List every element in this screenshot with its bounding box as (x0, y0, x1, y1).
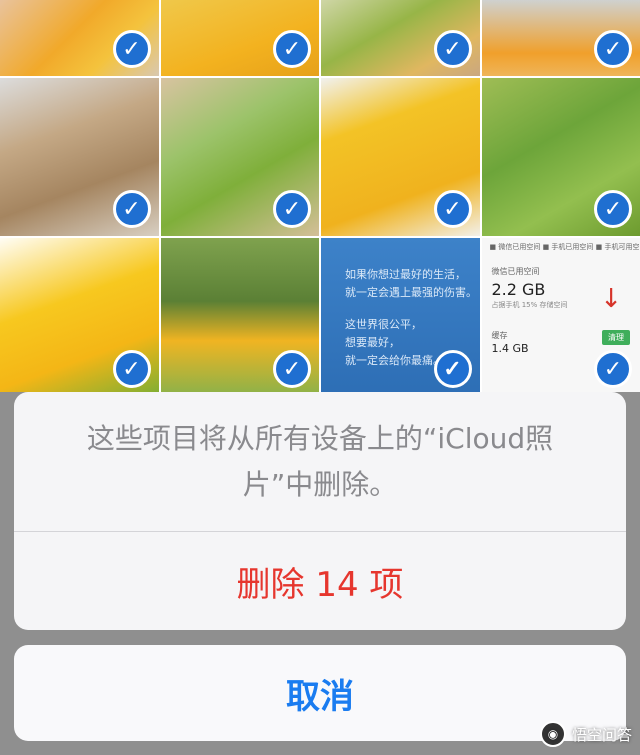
checkmark-icon: ✓ (112, 30, 151, 68)
checkmark-icon: ✓ (433, 350, 472, 388)
photo-thumb[interactable]: ✓ (481, 0, 640, 76)
checkmark-icon: ✓ (112, 350, 151, 388)
checkmark-icon: ✓ (273, 190, 311, 228)
action-sheet-message: 这些项目将从所有设备上的“iCloud照片”中删除。 (14, 392, 626, 532)
photo-thumb[interactable]: ✓ (0, 78, 159, 236)
cache-label: 缓存 (491, 331, 508, 340)
checkmark-icon: ✓ (273, 350, 311, 388)
wukong-logo-icon: ◉ (539, 721, 566, 747)
watermark-text: 悟空问答 (571, 725, 632, 744)
photo-grid: ✓ ✓ ✓ ✓ ✓ ✓ ✓ ✓ ✓ ✓ 如果你想过最好的生活， 就一定会遇上最强… (0, 0, 640, 396)
watermark: ◉ 悟空问答 (539, 721, 632, 747)
storage-used-sub: 占据手机 15% 存储空间 (491, 301, 568, 309)
checkmark-icon: ✓ (273, 30, 311, 68)
checkmark-icon: ✓ (433, 30, 472, 68)
cache-value: 1.4 GB (491, 342, 529, 355)
photo-thumb[interactable]: ✓ (321, 0, 480, 76)
photo-thumb[interactable]: ✓ (160, 0, 319, 76)
checkmark-icon: ✓ (594, 350, 632, 388)
cancel-button[interactable]: 取消 (14, 645, 626, 741)
checkmark-icon: ✓ (594, 30, 632, 68)
photo-thumb[interactable]: ✓ (481, 78, 640, 236)
checkmark-icon: ✓ (433, 190, 472, 228)
photo-thumb[interactable]: ✓ (0, 0, 159, 76)
photo-thumb[interactable]: ✓ (160, 238, 319, 396)
action-sheet: 这些项目将从所有设备上的“iCloud照片”中删除。 删除 14 项 (14, 392, 626, 630)
photo-thumb-storage[interactable]: ■ 微信已用空间 ■ 手机已用空间 ■ 手机可用空间 微信已用空间 2.2 GB… (481, 238, 640, 396)
photo-thumb[interactable]: ✓ (160, 78, 319, 236)
storage-used-caption: 微信已用空间 (491, 267, 540, 276)
checkmark-icon: ✓ (112, 190, 151, 228)
storage-used-value: 2.2 GB (491, 280, 546, 299)
photo-thumb[interactable]: ✓ (0, 238, 159, 396)
red-arrow-icon: ↓ (600, 284, 622, 314)
delete-button[interactable]: 删除 14 项 (14, 532, 626, 630)
storage-legend: ■ 微信已用空间 ■ 手机已用空间 ■ 手机可用空间 (489, 243, 640, 251)
photo-thumb[interactable]: ✓ (321, 78, 480, 236)
photo-thumb-poem[interactable]: 如果你想过最好的生活， 就一定会遇上最强的伤害。 这世界很公平， 想要最好， 就… (321, 238, 480, 396)
checkmark-icon: ✓ (594, 190, 632, 228)
clear-button: 清理 (602, 330, 630, 345)
